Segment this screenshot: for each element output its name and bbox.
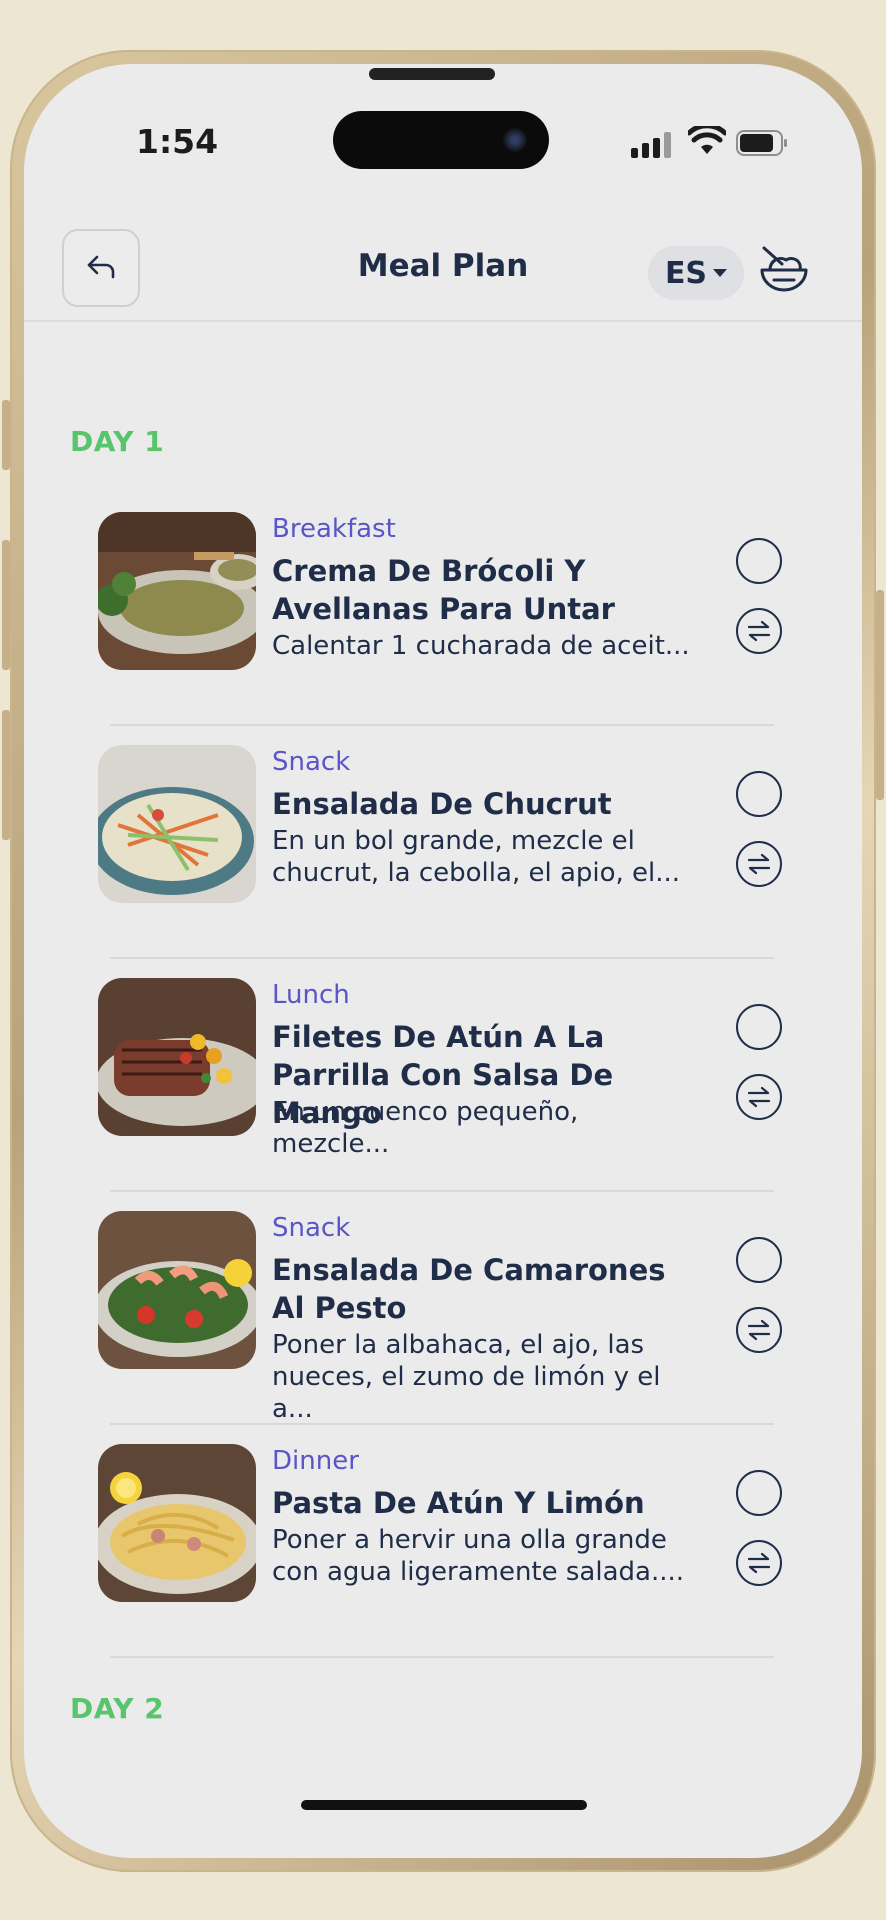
side-button	[2, 710, 10, 840]
meal-photo	[98, 978, 256, 1136]
meal-title[interactable]: Crema De Brócoli Y Avellanas Para Untar	[272, 552, 702, 628]
app-header: Meal Plan ES	[24, 214, 862, 322]
swap-arrows-icon	[747, 620, 771, 642]
meal-description: En un cuenco pequeño, mezcle...	[272, 1097, 579, 1159]
status-bar: 1:54	[24, 64, 862, 214]
divider	[110, 1190, 774, 1192]
day-label: DAY 1	[70, 425, 165, 458]
language-label: ES	[664, 255, 708, 291]
divider	[110, 957, 774, 959]
swap-meal-button[interactable]	[736, 1540, 782, 1586]
status-time: 1:54	[136, 122, 219, 161]
meal-photo	[98, 1211, 256, 1369]
swap-arrows-icon	[747, 1086, 771, 1108]
side-button	[2, 540, 10, 670]
circle-check-icon[interactable]	[736, 1470, 782, 1516]
cellular-signal-icon	[631, 132, 673, 158]
divider	[110, 724, 774, 726]
meal-description: Poner la albahaca, el ajo, las nueces, e…	[272, 1330, 661, 1424]
swap-meal-button[interactable]	[736, 841, 782, 887]
wifi-icon	[688, 126, 726, 154]
divider	[110, 1656, 774, 1658]
swap-meal-button[interactable]	[736, 1307, 782, 1353]
swap-meal-button[interactable]	[736, 608, 782, 654]
circle-check-icon[interactable]	[736, 1237, 782, 1283]
dynamic-island	[333, 111, 549, 169]
camera-icon	[503, 128, 527, 152]
meal-bowl-icon[interactable]	[758, 244, 810, 296]
swap-meal-button[interactable]	[736, 1074, 782, 1120]
day-label: DAY 2	[70, 1692, 165, 1725]
circle-check-icon[interactable]	[736, 771, 782, 817]
meal-photo	[98, 512, 256, 670]
circle-check-icon[interactable]	[736, 538, 782, 584]
meal-item[interactable]: Snack Ensalada De Camarones Al Pesto Pon…	[24, 1199, 862, 1432]
home-indicator[interactable]	[301, 1800, 587, 1810]
meal-description: Calentar 1 cucharada de aceit...	[272, 631, 690, 661]
meal-item[interactable]: Lunch Filetes De Atún A La Parrilla Con …	[24, 966, 862, 1199]
meal-title[interactable]: Ensalada De Chucrut	[272, 785, 702, 823]
meal-type: Breakfast	[272, 514, 396, 544]
meal-plan-list[interactable]: DAY 1 Breakfast Crema De Brócoli Y Avell…	[24, 322, 862, 1758]
swap-arrows-icon	[747, 1319, 771, 1341]
phone-screen: 1:54 Meal Plan ES DAY 1 Breakfast Crema …	[24, 64, 862, 1858]
side-button	[2, 400, 10, 470]
battery-icon	[736, 130, 787, 156]
meal-type: Dinner	[272, 1446, 359, 1476]
swap-arrows-icon	[747, 853, 771, 875]
divider	[110, 1423, 774, 1425]
meal-type: Snack	[272, 747, 351, 777]
meal-item[interactable]: Snack Ensalada De Chucrut En un bol gran…	[24, 733, 862, 966]
meal-title[interactable]: Pasta De Atún Y Limón	[272, 1484, 702, 1522]
meal-photo	[98, 745, 256, 903]
side-button	[876, 590, 884, 800]
meal-description: Poner a hervir una olla grande con agua …	[272, 1525, 685, 1587]
swap-arrows-icon	[747, 1552, 771, 1574]
meal-title[interactable]: Ensalada De Camarones Al Pesto	[272, 1251, 702, 1327]
circle-check-icon[interactable]	[736, 1004, 782, 1050]
meal-type: Lunch	[272, 980, 350, 1010]
meal-type: Snack	[272, 1213, 351, 1243]
speaker-grille	[369, 68, 495, 80]
meal-item[interactable]: Breakfast Crema De Brócoli Y Avellanas P…	[24, 500, 862, 733]
meal-item[interactable]: Dinner Pasta De Atún Y Limón Poner a her…	[24, 1432, 862, 1665]
language-selector[interactable]: ES	[648, 246, 744, 300]
meal-photo	[98, 1444, 256, 1602]
meal-description: En un bol grande, mezcle el chucrut, la …	[272, 826, 681, 888]
chevron-down-icon	[713, 269, 728, 277]
